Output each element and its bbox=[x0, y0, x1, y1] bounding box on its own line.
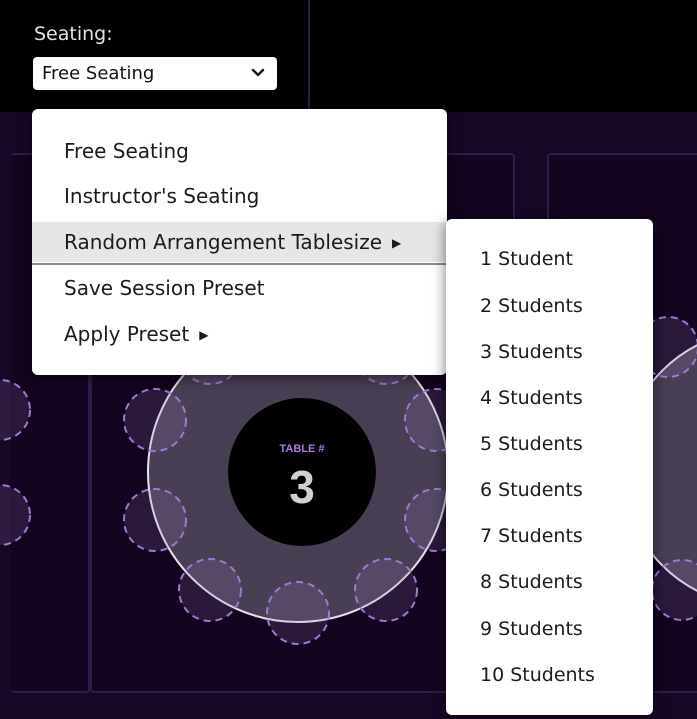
seat[interactable] bbox=[651, 559, 697, 621]
seating-dropdown-menu: Free Seating Instructor's Seating Random… bbox=[32, 109, 447, 375]
menu-item-save-preset[interactable]: Save Session Preset bbox=[32, 268, 447, 308]
submenu-item[interactable]: 9 Students bbox=[446, 608, 653, 650]
seat[interactable] bbox=[354, 558, 418, 622]
menu-item-instructors-seating[interactable]: Instructor's Seating bbox=[32, 176, 447, 216]
menu-item-label: Apply Preset bbox=[64, 322, 190, 346]
caret-right-icon: ▶ bbox=[392, 236, 402, 250]
tablesize-submenu: 1 Student 2 Students 3 Students 4 Studen… bbox=[446, 219, 653, 715]
left-table-seats bbox=[0, 379, 31, 546]
menu-item-label: Instructor's Seating bbox=[64, 184, 260, 208]
submenu-item[interactable]: 5 Students bbox=[446, 423, 653, 465]
menu-separator bbox=[32, 263, 447, 265]
menu-item-apply-preset[interactable]: Apply Preset ▶ bbox=[32, 314, 447, 354]
seat[interactable] bbox=[0, 379, 31, 441]
menu-item-label: Free Seating bbox=[64, 139, 189, 163]
submenu-item[interactable]: 3 Students bbox=[446, 331, 653, 373]
submenu-item[interactable]: 6 Students bbox=[446, 469, 653, 511]
submenu-item[interactable]: 4 Students bbox=[446, 377, 653, 419]
seat[interactable] bbox=[0, 484, 31, 546]
menu-item-free-seating[interactable]: Free Seating bbox=[32, 131, 447, 171]
submenu-item[interactable]: 2 Students bbox=[446, 285, 653, 327]
menu-item-label: Random Arrangement Tablesize bbox=[64, 230, 383, 254]
seat[interactable] bbox=[178, 558, 242, 622]
table-caption: TABLE # bbox=[279, 443, 324, 455]
submenu-item[interactable]: 1 Student bbox=[446, 238, 653, 280]
menu-item-label: Save Session Preset bbox=[64, 276, 265, 300]
submenu-item[interactable]: 7 Students bbox=[446, 515, 653, 557]
seat[interactable] bbox=[123, 488, 187, 552]
submenu-item[interactable]: 10 Students bbox=[446, 654, 653, 696]
caret-right-icon: ▶ bbox=[199, 328, 209, 342]
submenu-item[interactable]: 8 Students bbox=[446, 561, 653, 603]
seat[interactable] bbox=[266, 581, 330, 645]
menu-item-random-arrangement[interactable]: Random Arrangement Tablesize ▶ bbox=[32, 222, 447, 262]
seat[interactable] bbox=[123, 388, 187, 452]
table-number: 3 bbox=[289, 461, 315, 513]
